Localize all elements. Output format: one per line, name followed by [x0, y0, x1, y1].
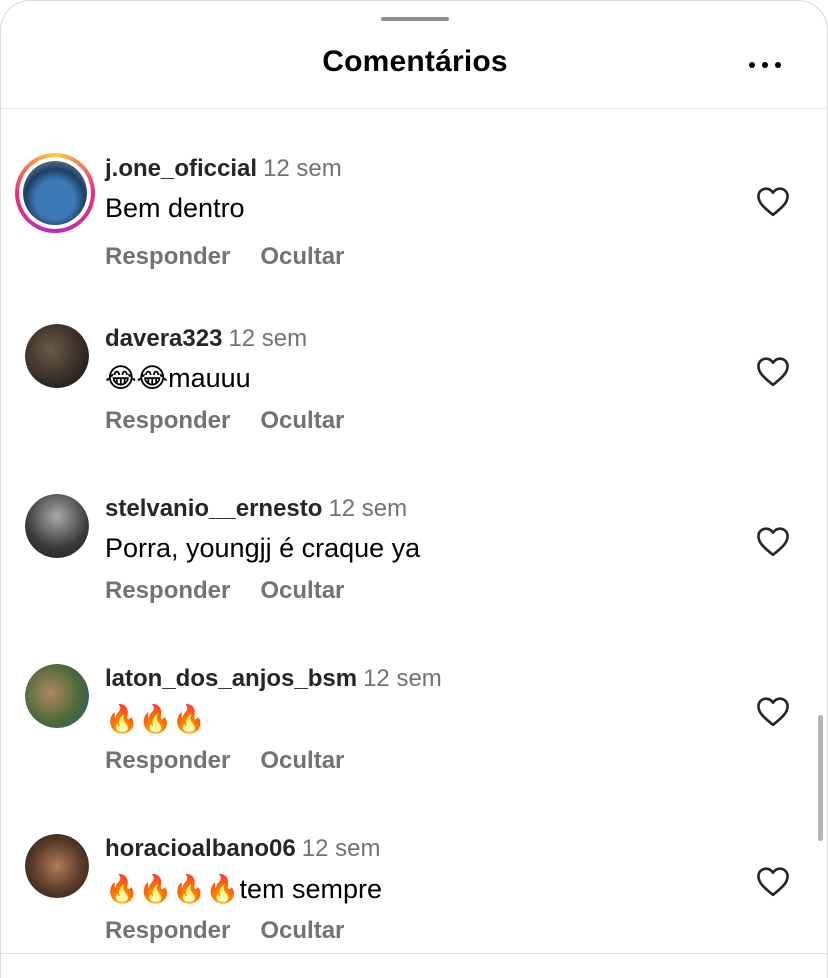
sheet-title: Comentários [322, 45, 508, 78]
hide-button[interactable]: Ocultar [260, 407, 344, 434]
comment-username[interactable]: davera323 [105, 325, 222, 352]
comment-time: 12 sem [263, 155, 342, 182]
heart-icon[interactable] [755, 355, 791, 387]
comment-item: j.one_oficcial 12 sem Bem dentro Responde… [1, 109, 827, 279]
comment-meta: stelvanio__ernesto 12 sem [105, 495, 407, 523]
avatar[interactable] [15, 153, 95, 233]
hide-button[interactable]: Ocultar [260, 243, 344, 270]
comments-sheet: Comentários j.one_oficcial 12 sem Bem den… [0, 0, 828, 978]
comment-item: stelvanio__ernesto 12 sem Porra, youngjj … [1, 449, 827, 619]
comment-time: 12 sem [301, 835, 381, 862]
avatar[interactable] [25, 834, 89, 898]
comment-username[interactable]: j.one_oficcial [105, 155, 257, 182]
hide-button[interactable]: Ocultar [260, 577, 344, 604]
comment-username[interactable]: laton_dos_anjos_bsm [105, 665, 357, 692]
comment-actions: Responder Ocultar [105, 243, 344, 271]
divider [1, 953, 827, 954]
sheet-header: Comentários [1, 1, 827, 109]
more-options-icon[interactable] [743, 55, 787, 75]
reply-button[interactable]: Responder [105, 917, 230, 944]
reply-button[interactable]: Responder [105, 407, 230, 434]
comment-text: 🔥🔥🔥🔥tem sempre [105, 874, 383, 904]
heart-icon[interactable] [755, 525, 791, 557]
comment-time: 12 sem [363, 665, 442, 692]
heart-icon[interactable] [755, 865, 791, 897]
drag-handle[interactable] [381, 17, 449, 21]
comment-text: Bem dentro [105, 193, 245, 223]
comment-meta: laton_dos_anjos_bsm 12 sem [105, 665, 442, 693]
comment-username[interactable]: stelvanio__ernesto [105, 495, 322, 522]
avatar[interactable] [25, 494, 89, 558]
avatar[interactable] [25, 324, 89, 388]
avatar[interactable] [25, 664, 89, 728]
comment-text: 😂😂mauuu [105, 363, 251, 393]
comment-actions: Responder Ocultar [105, 577, 344, 605]
comment-item: horacioalbano06 12 sem 🔥🔥🔥🔥tem sempre Res… [1, 789, 827, 959]
comment-meta: j.one_oficcial 12 sem [105, 155, 342, 183]
comment-meta: horacioalbano06 12 sem [105, 835, 380, 863]
comment-item: davera323 12 sem 😂😂mauuu Responder Ocultar [1, 279, 827, 449]
comment-time: 12 sem [228, 325, 308, 352]
reply-button[interactable]: Responder [105, 747, 230, 774]
heart-icon[interactable] [755, 695, 791, 727]
scrollbar[interactable] [818, 715, 823, 841]
hide-button[interactable]: Ocultar [260, 747, 344, 774]
comment-meta: davera323 12 sem [105, 325, 307, 353]
comment-time: 12 sem [328, 495, 408, 522]
reply-button[interactable]: Responder [105, 243, 230, 270]
comment-item: laton_dos_anjos_bsm 12 sem 🔥🔥🔥 Responder O… [1, 619, 827, 789]
heart-icon[interactable] [755, 185, 791, 217]
comment-actions: Responder Ocultar [105, 747, 344, 775]
comment-text: Porra, youngjj é craque ya [105, 533, 421, 563]
comment-username[interactable]: horacioalbano06 [105, 835, 296, 862]
hide-button[interactable]: Ocultar [260, 917, 344, 944]
comment-actions: Responder Ocultar [105, 917, 344, 945]
comment-text: 🔥🔥🔥 [105, 704, 206, 734]
reply-button[interactable]: Responder [105, 577, 230, 604]
comment-actions: Responder Ocultar [105, 407, 344, 435]
